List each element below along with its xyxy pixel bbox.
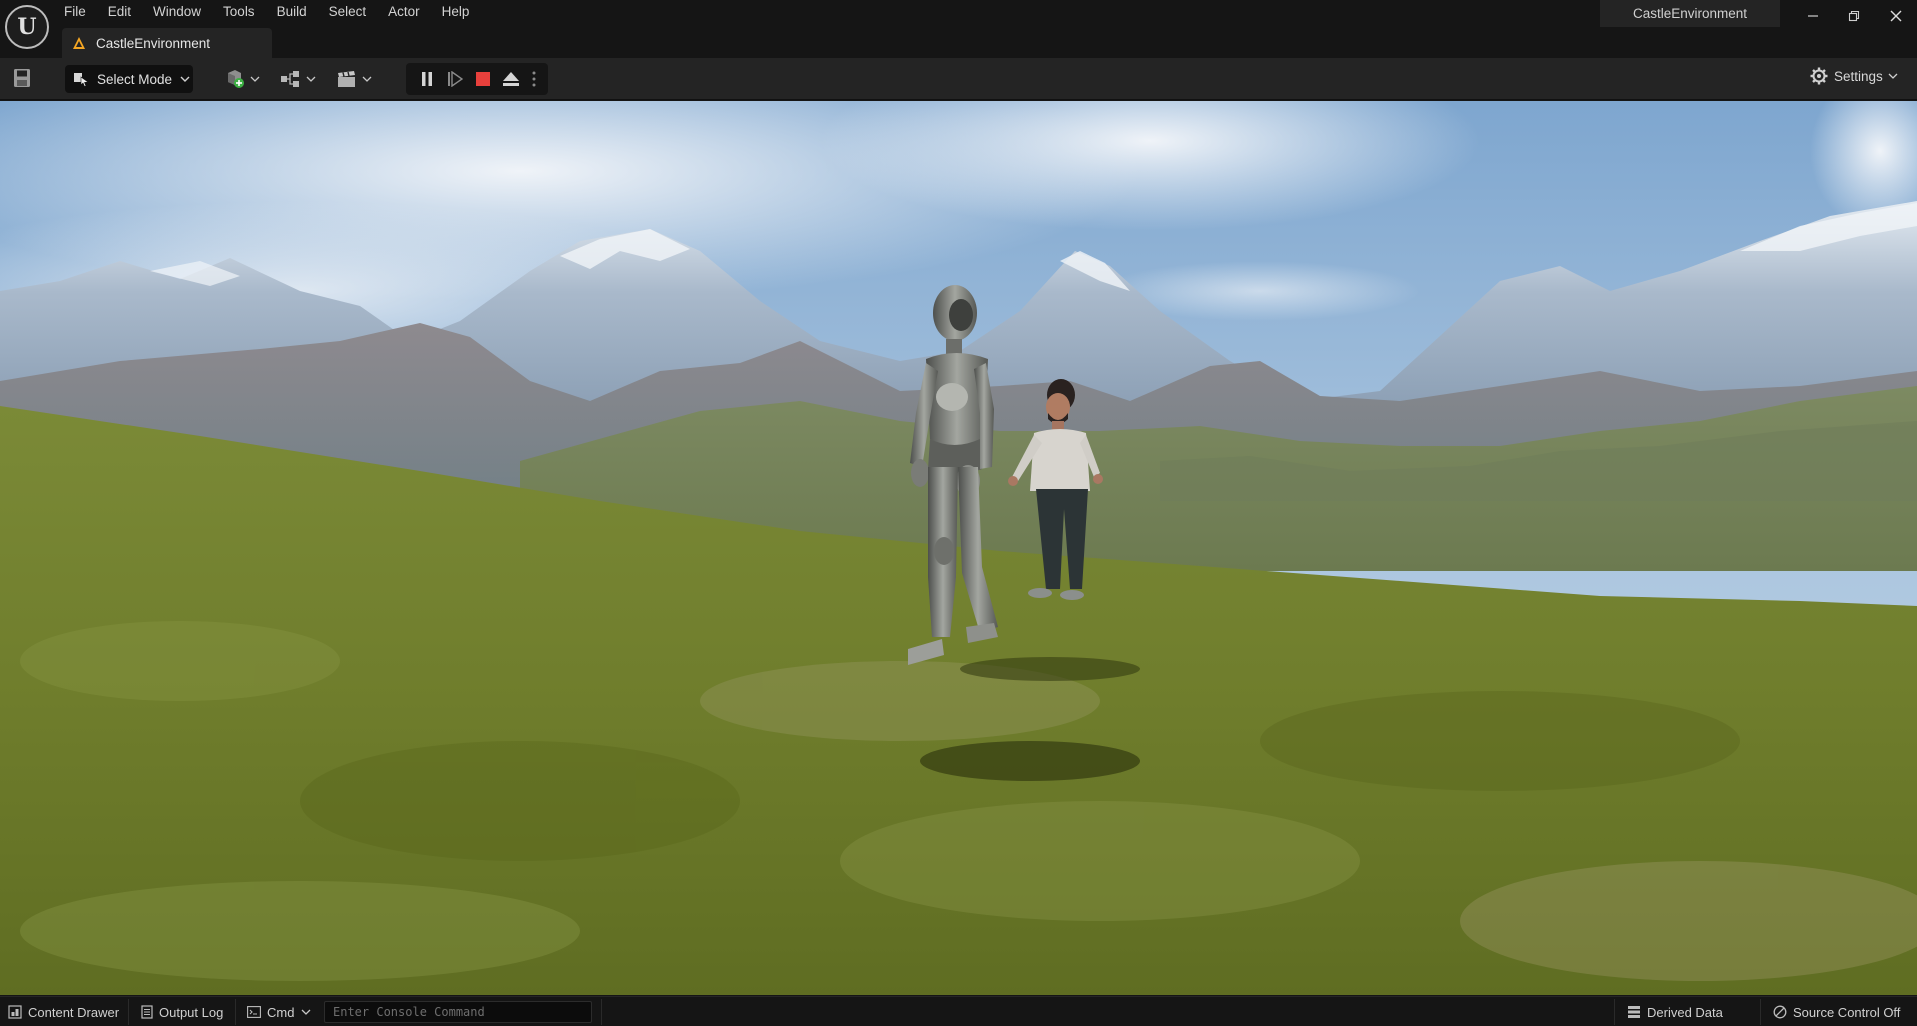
- status-bar: Content Drawer Output Log Cmd Derived: [0, 996, 1917, 1026]
- select-cursor-icon: [74, 73, 89, 87]
- minimize-icon: [1808, 15, 1818, 17]
- status-separator: [601, 999, 602, 1025]
- cmd-label: Cmd: [267, 1004, 295, 1020]
- chevron-down-icon: [1888, 73, 1898, 79]
- content-drawer-label: Content Drawer: [28, 1004, 120, 1020]
- status-separator: [1760, 999, 1761, 1025]
- cmd-dropdown[interactable]: Cmd: [247, 1003, 311, 1021]
- eject-icon: [503, 72, 519, 86]
- tab-label: CastleEnvironment: [96, 35, 211, 51]
- more-vertical-icon: [532, 71, 536, 87]
- output-log-button[interactable]: Output Log: [141, 1003, 223, 1021]
- menu-actor[interactable]: Actor: [388, 3, 432, 21]
- source-control-button[interactable]: Source Control Off: [1773, 1003, 1900, 1021]
- content-drawer-icon: [8, 1005, 22, 1019]
- stop-button[interactable]: [472, 68, 494, 90]
- add-cube-icon: [228, 70, 244, 88]
- level-warning-icon: [73, 37, 85, 49]
- close-icon: [1890, 10, 1902, 22]
- close-button[interactable]: [1876, 0, 1916, 32]
- terminal-icon: [247, 1006, 261, 1018]
- chevron-down-icon: [306, 76, 316, 82]
- unreal-logo-icon[interactable]: U: [5, 5, 49, 49]
- cinematics-button[interactable]: [336, 67, 372, 91]
- stop-icon: [476, 72, 490, 86]
- settings-label: Settings: [1834, 68, 1883, 84]
- step-frame-button[interactable]: [444, 68, 466, 90]
- viewport-scene: [0, 101, 1917, 995]
- blueprint-button[interactable]: [280, 67, 316, 91]
- chevron-down-icon: [180, 76, 190, 82]
- console-command-input[interactable]: [324, 1001, 592, 1023]
- menu-help[interactable]: Help: [442, 3, 482, 21]
- pause-button[interactable]: [416, 68, 438, 90]
- derived-data-icon: [1628, 1006, 1640, 1018]
- main-toolbar: Select Mode Settings: [0, 58, 1917, 100]
- output-log-label: Output Log: [159, 1004, 224, 1020]
- select-mode-dropdown[interactable]: Select Mode: [65, 65, 193, 93]
- save-icon[interactable]: [13, 68, 31, 88]
- minimize-button[interactable]: [1793, 0, 1833, 32]
- source-control-label: Source Control Off: [1793, 1004, 1901, 1020]
- chevron-down-icon: [362, 76, 372, 82]
- select-mode-label: Select Mode: [97, 71, 173, 87]
- chevron-down-icon: [250, 76, 260, 82]
- menu-select[interactable]: Select: [329, 3, 379, 21]
- status-separator: [128, 999, 129, 1025]
- main-menu: File Edit Window Tools Build Select Acto…: [64, 3, 491, 21]
- gear-icon: [1810, 67, 1828, 85]
- step-forward-icon: [448, 71, 463, 87]
- source-control-off-icon: [1773, 1005, 1787, 1019]
- menu-build[interactable]: Build: [277, 3, 319, 21]
- menu-file[interactable]: File: [64, 3, 98, 21]
- output-log-icon: [141, 1005, 153, 1019]
- level-viewport[interactable]: [0, 101, 1917, 995]
- derived-data-button[interactable]: Derived Data: [1627, 1003, 1723, 1021]
- title-bar: U File Edit Window Tools Build Select Ac…: [0, 0, 1917, 58]
- play-options-button[interactable]: [528, 68, 540, 90]
- blueprint-nodes-icon: [281, 71, 299, 87]
- status-separator: [235, 999, 236, 1025]
- add-actor-button[interactable]: [224, 67, 260, 91]
- pause-icon: [422, 72, 432, 86]
- project-name-badge: CastleEnvironment: [1600, 0, 1780, 27]
- clapperboard-icon: [338, 71, 355, 87]
- eject-button[interactable]: [500, 68, 522, 90]
- play-controls: [406, 63, 548, 95]
- tab-castle-environment[interactable]: CastleEnvironment: [62, 28, 272, 58]
- menu-tools[interactable]: Tools: [223, 3, 267, 21]
- content-drawer-button[interactable]: Content Drawer: [8, 1003, 119, 1021]
- chevron-down-icon: [301, 1009, 311, 1015]
- status-separator: [1614, 999, 1615, 1025]
- menu-window[interactable]: Window: [153, 3, 213, 21]
- restore-icon: [1848, 10, 1860, 22]
- settings-button[interactable]: Settings: [1810, 67, 1898, 85]
- derived-data-label: Derived Data: [1647, 1004, 1723, 1020]
- menu-edit[interactable]: Edit: [108, 3, 143, 21]
- restore-button[interactable]: [1834, 0, 1874, 32]
